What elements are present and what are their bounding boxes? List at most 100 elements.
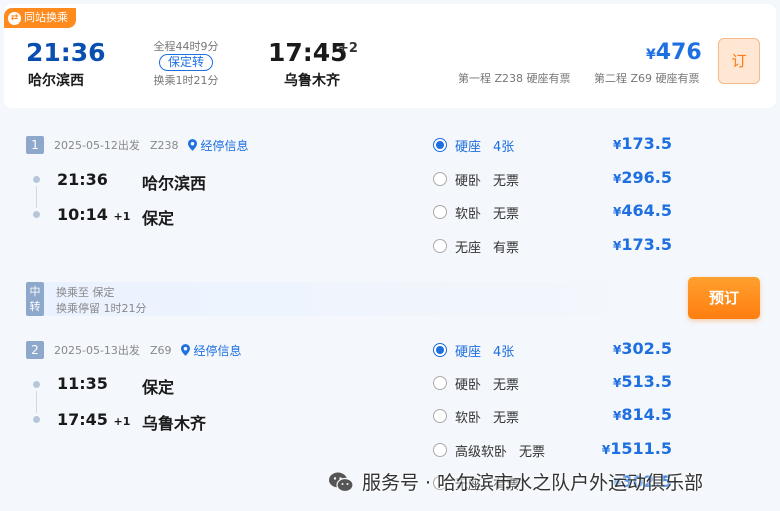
route-line — [36, 391, 37, 413]
route-line — [36, 186, 37, 208]
arrival-dot — [33, 211, 40, 218]
segment-1-header: 1 2025-05-12出发 Z238 经停信息 — [26, 136, 248, 154]
summary-departure-time: 21:36 — [26, 38, 106, 67]
seat-type: 硬卧 — [455, 377, 482, 393]
time-value: 11:35 — [57, 374, 108, 393]
seat-option[interactable]: 无座 有票 — [433, 235, 519, 257]
seat-availability: 有票 — [493, 240, 520, 256]
seat-type: 硬座 — [455, 139, 482, 155]
journey-summary-card[interactable]: ⇄ 同站换乘 21:36 哈尔滨西 全程44时9分 保定转 换乘1时21分 17… — [4, 4, 776, 108]
order-button[interactable]: 订 — [718, 38, 760, 84]
price-value: 513.5 — [621, 372, 672, 391]
location-pin-icon — [188, 139, 198, 151]
seat-radio[interactable] — [433, 138, 447, 152]
stop-info-label: 经停信息 — [200, 138, 249, 153]
price-value: 296.5 — [621, 168, 672, 187]
segment-date: 2025-05-13出发 — [54, 344, 140, 357]
seat-type: 硬座 — [455, 344, 482, 360]
book-button[interactable]: 预订 — [688, 277, 760, 319]
seat-radio[interactable] — [433, 376, 447, 390]
seat-price: ¥464.5 — [582, 201, 672, 220]
price-value: 173.5 — [621, 134, 672, 153]
seat-availability: 无票 — [493, 173, 520, 189]
departure-dot — [33, 176, 40, 183]
segment-1-arrival-time: 10:14 +1 — [57, 205, 130, 224]
time-value: 10:14 — [57, 205, 108, 224]
seat-availability: 无票 — [493, 410, 520, 426]
seat-radio[interactable] — [433, 343, 447, 357]
transfer-info-strip: 中转 换乘至 保定 换乘停留 1时21分 — [26, 282, 646, 316]
seat-option[interactable]: 软卧 无票 — [433, 405, 519, 427]
same-station-transfer-tag: ⇄ 同站换乘 — [4, 8, 76, 28]
transfer-badge: 中转 — [26, 282, 44, 316]
segment-2-arrival-station: 乌鲁木齐 — [142, 414, 207, 433]
badge-bottom: 转 — [29, 300, 41, 313]
day-offset: +1 — [113, 415, 131, 428]
day-offset: +1 — [113, 210, 131, 223]
segment-train-number: Z238 — [149, 138, 179, 152]
stop-info-link[interactable]: 经停信息 — [188, 137, 248, 154]
seat-radio[interactable] — [433, 205, 447, 219]
segment-2-header: 2 2025-05-13出发 Z69 经停信息 — [26, 341, 242, 359]
transfer-city-label: 保定转 — [158, 54, 213, 71]
tag-label: 同站换乘 — [24, 11, 68, 24]
segment-train-number: Z69 — [149, 343, 172, 357]
seat-price: ¥302.5 — [582, 339, 672, 358]
seat-type: 软卧 — [455, 410, 482, 426]
seat-price: ¥513.5 — [582, 372, 672, 391]
segment-1-departure-station: 哈尔滨西 — [142, 174, 207, 193]
seat-availability: 4张 — [493, 139, 515, 155]
summary-departure-station: 哈尔滨西 — [28, 73, 84, 89]
seat-type: 无座 — [455, 240, 482, 256]
seat-type: 高级软卧 — [455, 444, 508, 460]
segment-2-departure-time: 11:35 — [57, 374, 108, 393]
seat-radio[interactable] — [433, 172, 447, 186]
transfer-city-badge: 保定转 — [148, 54, 224, 71]
stop-info-label: 经停信息 — [193, 343, 242, 358]
summary-arrival-day-offset: +2 — [338, 41, 358, 56]
currency-symbol: ¥ — [601, 443, 611, 457]
badge-top: 中 — [29, 285, 41, 298]
seat-type: 硬卧 — [455, 173, 482, 189]
seat-radio[interactable] — [433, 443, 447, 457]
segment-date: 2025-05-12出发 — [54, 139, 140, 152]
seat-price: ¥814.5 — [582, 405, 672, 424]
time-value: 17:45 — [57, 410, 108, 429]
price-value: 302.5 — [621, 339, 672, 358]
transfer-destination: 换乘至 保定 — [56, 286, 115, 299]
seat-price: ¥173.5 — [582, 235, 672, 254]
transfer-icon: ⇄ — [8, 11, 21, 25]
seat-availability: 无票 — [493, 377, 520, 393]
segment-number: 2 — [26, 341, 44, 359]
summary-total-price: ¥476 — [646, 40, 702, 65]
seat-option[interactable]: 硬座 4张 — [433, 339, 514, 361]
seat-option[interactable]: 软卧 无票 — [433, 201, 519, 223]
seat-price: ¥173.5 — [582, 134, 672, 153]
segment-2-departure-station: 保定 — [142, 378, 175, 397]
seat-radio[interactable] — [433, 409, 447, 423]
seat-option[interactable]: 硬座 4张 — [433, 134, 514, 156]
segment-2-arrival-time: 17:45 +1 — [57, 410, 130, 429]
summary-transfer-time: 换乘1时21分 — [153, 74, 219, 87]
seat-availability: 无票 — [519, 444, 546, 460]
seat-price: ¥296.5 — [582, 168, 672, 187]
seat-availability: 无票 — [493, 206, 520, 222]
seat-radio[interactable] — [433, 239, 447, 253]
arrival-dot — [33, 416, 40, 423]
stop-info-link[interactable]: 经停信息 — [181, 342, 242, 359]
leg2-info: 第二程 Z69 硬座有票 — [594, 72, 700, 85]
seat-option[interactable]: 高级软卧 无票 — [433, 439, 545, 461]
currency-symbol: ¥ — [646, 47, 656, 63]
price-value: 173.5 — [621, 235, 672, 254]
summary-arrival-station: 乌鲁木齐 — [284, 73, 340, 89]
seat-option[interactable]: 硬卧 无票 — [433, 168, 519, 190]
seat-price: ¥1511.5 — [582, 439, 672, 458]
watermark-text: 服务号 · 哈尔滨市水之队户外运动俱乐部 — [362, 472, 704, 494]
wechat-icon — [329, 472, 354, 492]
segment-1-departure-time: 21:36 — [57, 170, 108, 189]
seat-option[interactable]: 硬卧 无票 — [433, 372, 519, 394]
segment-number: 1 — [26, 136, 44, 154]
leg1-info: 第一程 Z238 硬座有票 — [458, 72, 571, 85]
location-pin-icon — [181, 344, 191, 356]
watermark: 服务号 · 哈尔滨市水之队户外运动俱乐部 — [328, 468, 703, 495]
